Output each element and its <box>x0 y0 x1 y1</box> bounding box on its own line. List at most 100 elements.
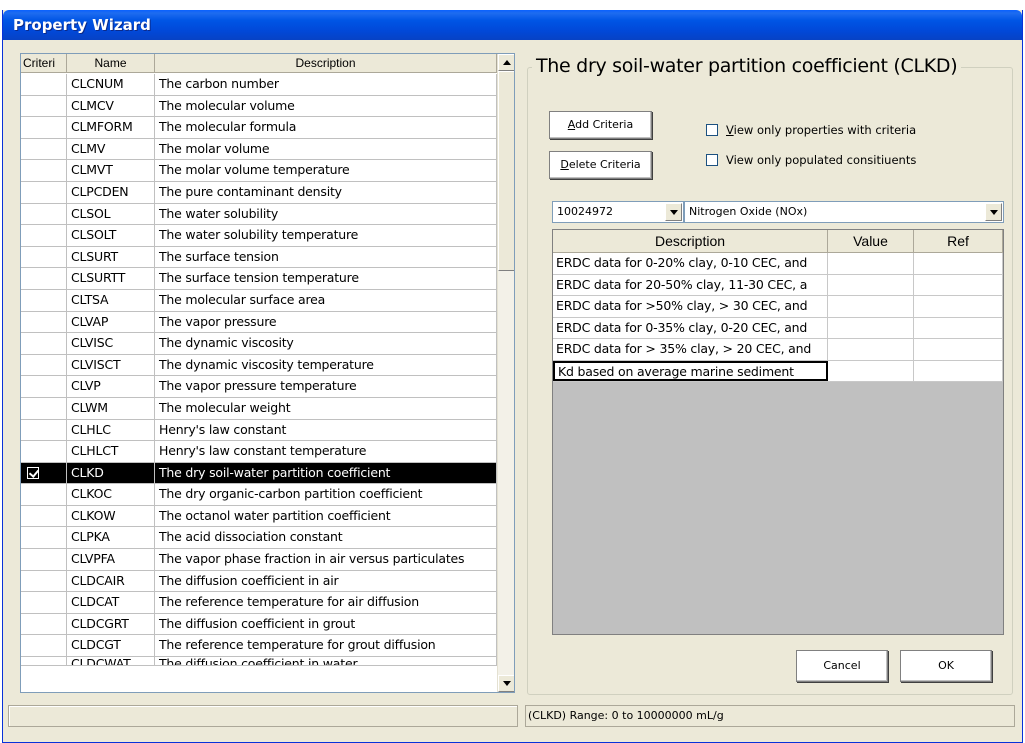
criteria-row[interactable]: ERDC data for 20-50% clay, 11-30 CEC, a <box>553 274 1003 296</box>
criteria-cell[interactable] <box>21 333 67 354</box>
name-cell[interactable]: CLSOL <box>67 203 155 225</box>
name-cell[interactable]: CLDCAIR <box>67 570 155 592</box>
checkbox-box[interactable] <box>706 124 718 136</box>
name-cell[interactable]: CLSURTT <box>67 268 155 289</box>
description-cell[interactable]: The pure contaminant density <box>155 181 497 203</box>
constituent-name-dropdown[interactable]: Nitrogen Oxide (NOx) <box>684 201 1004 223</box>
criteria-cell[interactable] <box>21 462 67 484</box>
criteria-row[interactable]: Kd based on average marine sediment <box>553 360 1003 382</box>
description-cell[interactable]: The molecular surface area <box>155 289 497 311</box>
name-cell[interactable]: CLDCWAT <box>67 657 155 666</box>
criteria-cell[interactable] <box>21 419 67 441</box>
criteria-cell[interactable] <box>21 289 67 311</box>
criteria-cell[interactable] <box>21 376 67 397</box>
table-row[interactable]: CLWM The molecular weight <box>21 397 497 420</box>
description-cell[interactable]: The dry organic-carbon partition coeffic… <box>155 484 497 505</box>
description-cell[interactable]: ERDC data for > 35% clay, > 20 CEC, and <box>553 339 828 360</box>
table-row[interactable]: CLMV The molar volume <box>21 138 497 161</box>
description-cell[interactable]: The surface tension <box>155 246 497 268</box>
description-cell[interactable]: ERDC data for 0-20% clay, 0-10 CEC, and <box>553 253 828 274</box>
description-cell[interactable]: The reference temperature for grout diff… <box>155 635 497 657</box>
name-cell[interactable]: CLPKA <box>67 527 155 549</box>
value-cell[interactable] <box>828 274 914 295</box>
column-header-value[interactable]: Value <box>828 230 914 253</box>
name-cell[interactable]: CLTSA <box>67 289 155 311</box>
table-row[interactable]: CLMCV The molecular volume <box>21 95 497 118</box>
criteria-value-grid[interactable]: Description Value Ref ERDC data for 0-20… <box>552 229 1004 635</box>
name-cell[interactable]: CLCNUM <box>67 74 155 95</box>
description-cell[interactable]: The molecular formula <box>155 117 497 138</box>
criteria-cell[interactable] <box>21 311 67 333</box>
criteria-cell[interactable] <box>21 160 67 181</box>
column-header-name[interactable]: Name <box>67 54 155 73</box>
table-row[interactable]: CLSOLT The water solubility temperature <box>21 225 497 247</box>
criteria-cell[interactable] <box>21 613 67 635</box>
table-row[interactable]: CLVISC The dynamic viscosity <box>21 333 497 355</box>
criteria-row[interactable]: ERDC data for 0-35% clay, 0-20 CEC, and <box>553 317 1003 339</box>
description-cell[interactable]: ERDC data for 20-50% clay, 11-30 CEC, a <box>553 274 828 295</box>
description-cell[interactable]: The molecular volume <box>155 95 497 117</box>
criteria-row[interactable]: ERDC data for > 35% clay, > 20 CEC, and <box>553 339 1003 361</box>
description-cell[interactable]: Henry's law constant temperature <box>155 441 497 462</box>
table-row[interactable]: CLSOL The water solubility <box>21 203 497 226</box>
table-row[interactable]: CLDCGT The reference temperature for grou… <box>21 635 497 658</box>
vertical-scrollbar[interactable] <box>497 54 514 692</box>
name-cell[interactable]: CLVISCT <box>67 354 155 376</box>
name-cell[interactable]: CLSURT <box>67 246 155 268</box>
name-cell[interactable]: CLSOLT <box>67 225 155 246</box>
name-cell[interactable]: CLKD <box>67 462 155 484</box>
checkmark-icon[interactable] <box>27 466 39 479</box>
criteria-cell[interactable] <box>21 570 67 592</box>
criteria-cell[interactable] <box>21 657 67 666</box>
criteria-cell[interactable] <box>21 225 67 246</box>
criteria-cell[interactable] <box>21 117 67 138</box>
delete-criteria-button[interactable]: Delete Criteria <box>549 151 652 179</box>
description-cell[interactable]: The carbon number <box>155 74 497 95</box>
value-cell[interactable] <box>828 317 914 338</box>
scroll-thumb[interactable] <box>498 71 514 271</box>
description-cell[interactable]: The dynamic viscosity temperature <box>155 354 497 376</box>
name-cell[interactable]: CLDCGRT <box>67 613 155 635</box>
table-row[interactable]: CLMVT The molar volume temperature <box>21 160 497 182</box>
criteria-cell[interactable] <box>21 505 67 527</box>
criteria-cell[interactable] <box>21 441 67 462</box>
scroll-up-button[interactable] <box>498 54 514 71</box>
description-cell[interactable]: The dry soil-water partition coefficient <box>155 462 497 484</box>
criteria-cell[interactable] <box>21 246 67 268</box>
chevron-down-icon[interactable] <box>665 203 682 221</box>
column-header-criteria[interactable]: Criteri <box>21 54 67 73</box>
ref-cell[interactable] <box>914 360 1003 381</box>
name-cell[interactable]: CLMFORM <box>67 117 155 138</box>
criteria-cell[interactable] <box>21 592 67 613</box>
description-cell[interactable]: The molecular weight <box>155 397 497 419</box>
criteria-cell[interactable] <box>21 397 67 419</box>
ref-cell[interactable] <box>914 296 1003 317</box>
table-row[interactable]: CLTSA The molecular surface area <box>21 289 497 312</box>
table-row[interactable]: CLDCAT The reference temperature for air … <box>21 592 497 614</box>
description-cell[interactable]: ERDC data for 0-35% clay, 0-20 CEC, and <box>553 317 828 338</box>
criteria-cell[interactable] <box>21 484 67 505</box>
table-row[interactable]: CLKOC The dry organic-carbon partition co… <box>21 484 497 506</box>
description-cell[interactable]: ERDC data for >50% clay, > 30 CEC, and <box>553 296 828 317</box>
name-cell[interactable]: CLVISC <box>67 333 155 354</box>
table-row[interactable]: CLDCWAT The diffusion coefficient in wate… <box>21 657 497 667</box>
ref-cell[interactable] <box>914 339 1003 360</box>
ref-cell[interactable] <box>914 274 1003 295</box>
description-cell[interactable]: The water solubility temperature <box>155 225 497 246</box>
name-cell[interactable]: CLKOC <box>67 484 155 505</box>
view-only-criteria-checkbox[interactable]: View only properties with criteria <box>706 123 916 137</box>
table-row[interactable]: CLVP The vapor pressure temperature <box>21 376 497 398</box>
column-header-description[interactable]: Description <box>553 230 828 253</box>
value-cell[interactable] <box>828 296 914 317</box>
criteria-cell[interactable] <box>21 268 67 289</box>
table-row[interactable]: CLHLCT Henry's law constant temperature <box>21 441 497 463</box>
description-cell[interactable]: Kd based on average marine sediment <box>553 360 828 381</box>
description-cell[interactable]: The acid dissociation constant <box>155 527 497 549</box>
table-row[interactable]: CLKD The dry soil-water partition coeffic… <box>21 462 497 485</box>
description-cell[interactable]: Henry's law constant <box>155 419 497 441</box>
description-cell[interactable]: The reference temperature for air diffus… <box>155 592 497 613</box>
view-only-populated-checkbox[interactable]: View only populated consitiuents <box>706 153 916 167</box>
criteria-cell[interactable] <box>21 181 67 203</box>
table-row[interactable]: CLDCAIR The diffusion coefficient in air <box>21 570 497 593</box>
description-cell[interactable]: The diffusion coefficient in air <box>155 570 497 592</box>
